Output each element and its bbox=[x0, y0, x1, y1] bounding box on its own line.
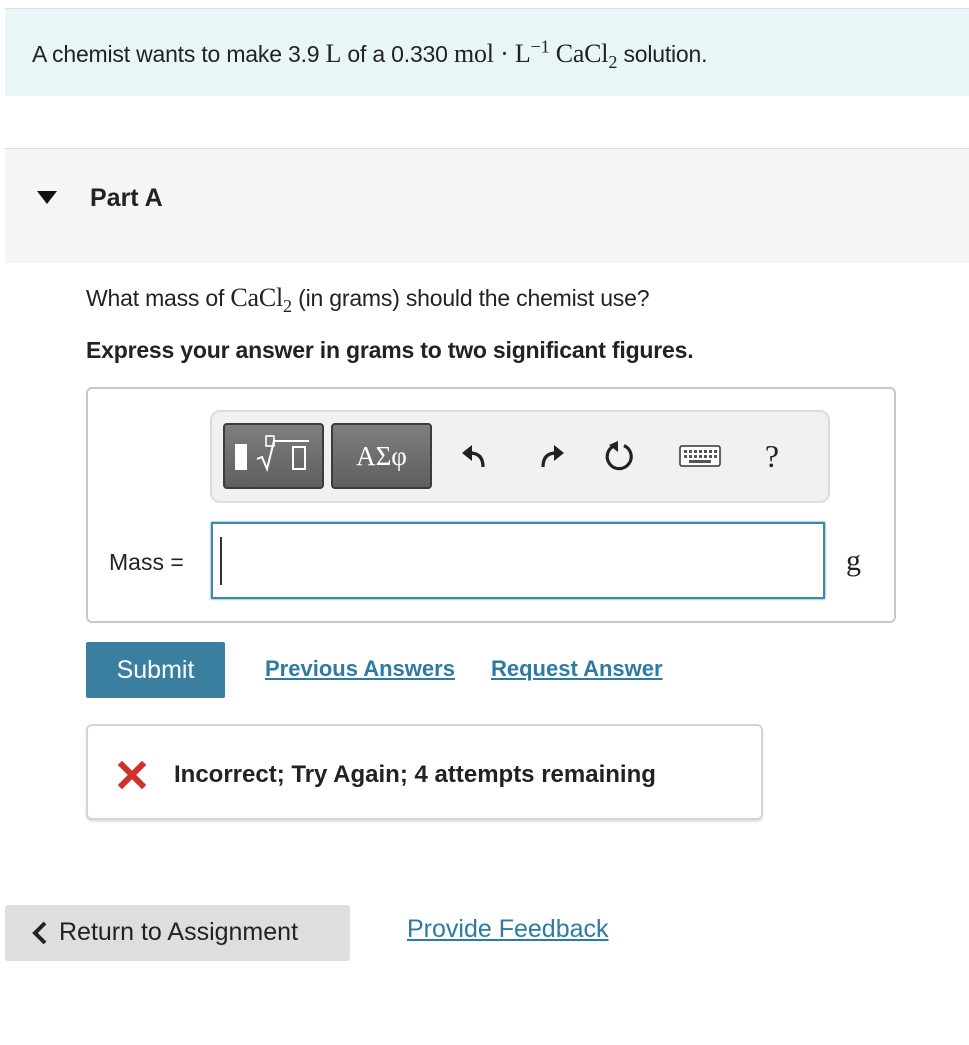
compound-formula: CaCl2 bbox=[555, 39, 618, 73]
undo-button[interactable] bbox=[454, 434, 494, 478]
feedback-message: Incorrect; Try Again; 4 attempts remaini… bbox=[174, 761, 656, 788]
incorrect-x-icon bbox=[118, 761, 146, 789]
submit-button[interactable]: Submit bbox=[86, 642, 225, 698]
part-title: Part A bbox=[90, 184, 163, 212]
provide-feedback-link[interactable]: Provide Feedback bbox=[407, 915, 609, 944]
mass-input[interactable] bbox=[211, 522, 825, 599]
previous-answers-link[interactable]: Previous Answers bbox=[265, 656, 455, 682]
redo-icon bbox=[541, 445, 564, 468]
collapse-triangle-icon[interactable] bbox=[37, 191, 57, 204]
question-text: What mass of CaCl2 (in grams) should the… bbox=[86, 283, 650, 317]
instruction-text: Express your answer in grams to two sign… bbox=[86, 337, 694, 363]
return-to-assignment-button[interactable]: Return to Assignment bbox=[5, 905, 350, 961]
reset-button[interactable] bbox=[600, 434, 640, 478]
redo-button[interactable] bbox=[532, 434, 572, 478]
help-button[interactable]: ? bbox=[752, 434, 792, 478]
templates-icon bbox=[234, 435, 309, 473]
keyboard-icon bbox=[679, 445, 721, 467]
undo-icon bbox=[462, 445, 485, 468]
question-compound: CaCl2 bbox=[230, 283, 292, 317]
concentration-unit: mol · L−1 bbox=[453, 36, 550, 68]
templates-button[interactable] bbox=[223, 423, 324, 489]
keyboard-button[interactable] bbox=[676, 434, 724, 478]
math-toolbar: ΑΣφ ? bbox=[210, 410, 830, 503]
feedback-box: Incorrect; Try Again; 4 attempts remaini… bbox=[86, 724, 763, 820]
text-caret bbox=[220, 537, 222, 585]
request-answer-link[interactable]: Request Answer bbox=[491, 656, 663, 682]
part-header[interactable]: Part A bbox=[5, 148, 969, 263]
mass-label: Mass = bbox=[109, 549, 184, 575]
page: A chemist wants to make 3.9 L of a 0.330… bbox=[0, 0, 969, 1045]
help-icon: ? bbox=[764, 437, 780, 474]
symbols-button[interactable]: ΑΣφ bbox=[331, 423, 432, 489]
unit-label: g bbox=[846, 544, 861, 577]
return-label: Return to Assignment bbox=[59, 918, 299, 946]
problem-text: A chemist wants to make 3.9 L of a 0.330… bbox=[32, 36, 708, 73]
problem-statement: A chemist wants to make 3.9 L of a 0.330… bbox=[5, 8, 969, 96]
chevron-left-icon bbox=[32, 921, 47, 945]
answer-box: ΑΣφ ? Mass = g bbox=[86, 387, 896, 623]
reset-icon bbox=[605, 441, 633, 471]
